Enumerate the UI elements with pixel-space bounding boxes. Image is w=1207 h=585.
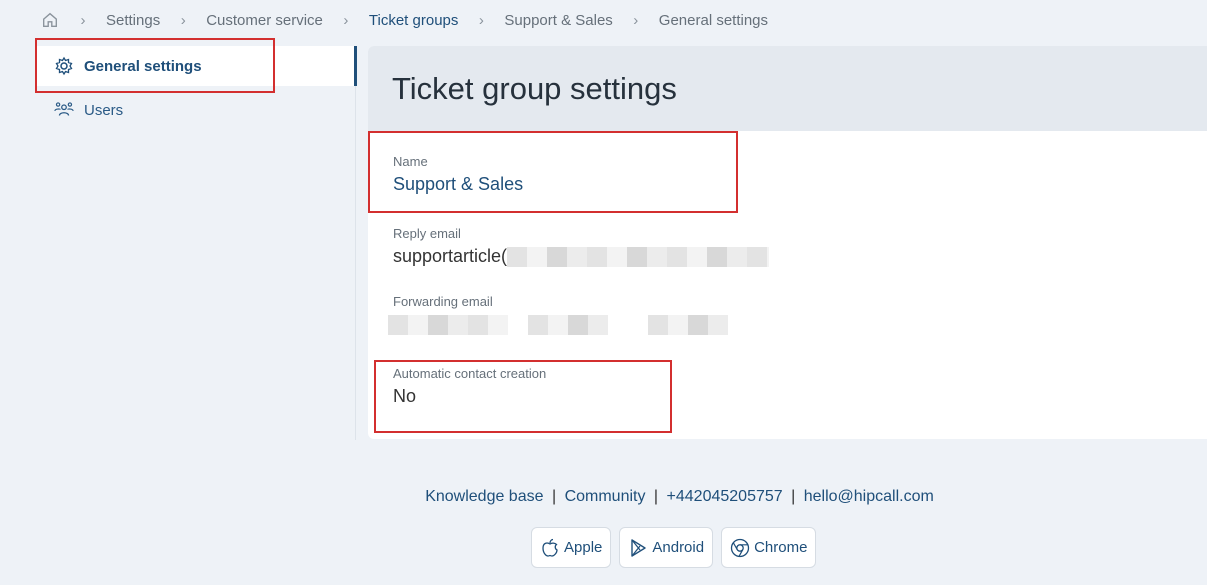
- footer-separator: |: [653, 488, 659, 505]
- field-reply-email: Reply email supportarticle(: [393, 226, 770, 268]
- phone-link[interactable]: +442045205757: [667, 488, 783, 505]
- sidebar: General settings Users: [36, 46, 357, 440]
- sidebar-item-label: Users: [84, 101, 124, 119]
- app-button-label: Apple: [564, 539, 603, 556]
- apple-app-button[interactable]: Apple: [531, 527, 612, 568]
- chevron-right-icon: ›: [80, 11, 86, 29]
- card-header: Ticket group settings: [368, 46, 1207, 131]
- highlight-box: [35, 38, 275, 93]
- chevron-right-icon: ›: [180, 11, 186, 29]
- home-icon[interactable]: [40, 10, 60, 30]
- app-download-buttons: Apple Android Chrome: [531, 527, 817, 568]
- highlight-box: [368, 131, 738, 213]
- footer-links: Knowledge base | Community | +4420452057…: [0, 488, 1207, 506]
- redacted-block: [507, 247, 770, 268]
- sidebar-item-users[interactable]: Users: [36, 90, 355, 130]
- breadcrumb-support-sales[interactable]: Support & Sales: [504, 12, 612, 29]
- redacted-block: [388, 315, 508, 336]
- chevron-right-icon: ›: [343, 11, 349, 29]
- community-link[interactable]: Community: [565, 488, 646, 505]
- redacted-block: [648, 315, 728, 336]
- android-app-button[interactable]: Android: [619, 527, 714, 568]
- page-title: Ticket group settings: [392, 70, 677, 106]
- redacted-block: [528, 315, 608, 336]
- field-forwarding-email: Forwarding email: [388, 294, 728, 336]
- android-play-icon: [628, 538, 648, 558]
- footer-separator: |: [791, 488, 796, 505]
- chrome-icon: [730, 538, 750, 558]
- apple-icon: [540, 538, 560, 558]
- field-value-row: [388, 314, 728, 336]
- chevron-right-icon: ›: [478, 11, 484, 29]
- field-value-row: supportarticle(: [393, 246, 770, 268]
- breadcrumb-general-settings: General settings: [658, 11, 769, 29]
- breadcrumb: › Settings › Customer service › Ticket g…: [0, 0, 768, 40]
- field-label: Reply email: [393, 226, 461, 241]
- breadcrumb-customer-service[interactable]: Customer service: [206, 12, 323, 29]
- email-link[interactable]: hello@hipcall.com: [804, 488, 934, 505]
- chrome-extension-button[interactable]: Chrome: [721, 527, 817, 568]
- footer-separator: |: [551, 488, 557, 505]
- field-label: Forwarding email: [393, 294, 493, 309]
- breadcrumb-settings[interactable]: Settings: [106, 12, 160, 29]
- app-button-label: Chrome: [754, 539, 808, 556]
- field-value: supportarticle(: [393, 246, 508, 266]
- highlight-box: [374, 360, 672, 433]
- app-button-label: Android: [652, 539, 705, 556]
- users-icon: [54, 100, 74, 120]
- chevron-right-icon: ›: [633, 11, 639, 29]
- breadcrumb-ticket-groups[interactable]: Ticket groups: [369, 12, 458, 29]
- knowledge-base-link[interactable]: Knowledge base: [425, 488, 543, 505]
